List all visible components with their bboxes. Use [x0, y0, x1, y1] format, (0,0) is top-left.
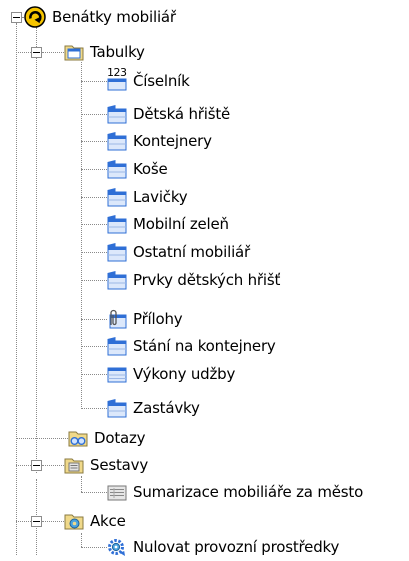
tree-line — [16, 23, 17, 555]
tree-node-tabulky[interactable]: Tabulky — [64, 39, 146, 65]
table-item-label: Lavičky — [133, 188, 188, 206]
tree-line — [81, 141, 107, 142]
codebook-table-icon: 123 — [107, 67, 127, 91]
table-item-label: Dětská hřiště — [133, 105, 231, 123]
gear-action-icon — [107, 537, 127, 557]
collapse-toggle-sestavy[interactable] — [31, 460, 42, 471]
map-layer-table-icon — [107, 104, 127, 124]
table-item-label: Prvky dětských hřišť — [133, 271, 281, 289]
tree-line — [81, 81, 107, 82]
tree-node-label: Dotazy — [94, 429, 146, 447]
table-item-label: Mobilní zeleň — [133, 215, 229, 233]
tree-line — [81, 114, 107, 115]
paperclip-table-icon — [107, 309, 127, 329]
codebook-badge: 123 — [107, 66, 127, 79]
map-layer-table-icon — [107, 270, 127, 290]
tree-line — [81, 476, 82, 492]
tree-line — [42, 521, 64, 522]
report-item-label: Sumarizace mobiliáře za město — [133, 483, 364, 501]
tree-line — [81, 252, 107, 253]
tree-line — [16, 438, 68, 439]
table-item-mobilni-zelen[interactable]: Mobilní zeleň — [107, 211, 230, 237]
tree-line — [16, 465, 31, 466]
collapse-toggle-tabulky[interactable] — [31, 47, 42, 58]
table-item-label: Výkony udžby — [133, 365, 236, 383]
report-icon — [107, 482, 127, 502]
map-layer-table-icon — [107, 159, 127, 179]
map-layer-table-icon — [107, 187, 127, 207]
action-folder-icon — [64, 511, 84, 531]
tree-line — [81, 492, 107, 493]
tree-line — [81, 197, 107, 198]
table-item-label: Zastávky — [133, 399, 200, 417]
table-item-label: Ostatní mobiliář — [133, 243, 250, 261]
navigation-tree: Benátky mobiliář Tabulky 123 Číselník Dě… — [0, 0, 409, 556]
table-item-ciselnik[interactable]: 123 Číselník — [107, 67, 191, 94]
table-item-kontejnery[interactable]: Kontejnery — [107, 128, 213, 154]
table-item-kose[interactable]: Koše — [107, 156, 169, 182]
table-item-label: Kontejnery — [133, 132, 212, 150]
report-item-sumarizace[interactable]: Sumarizace mobiliáře za město — [107, 479, 364, 505]
table-folder-icon — [64, 42, 84, 62]
table-item-ostatni-mobiliar[interactable]: Ostatní mobiliář — [107, 239, 251, 265]
tree-node-root[interactable]: Benátky mobiliář — [24, 4, 177, 30]
table-item-prilohy[interactable]: Přílohy — [107, 306, 183, 332]
action-item-label: Nulovat provozní prostředky — [133, 538, 340, 556]
tree-line — [36, 523, 37, 555]
tree-line — [81, 169, 107, 170]
table-item-lavicky[interactable]: Lavičky — [107, 184, 188, 210]
table-item-label: Přílohy — [133, 310, 183, 328]
report-folder-icon — [64, 455, 84, 475]
collapse-toggle-akce[interactable] — [31, 516, 42, 527]
tree-line — [16, 521, 31, 522]
tree-line — [81, 319, 107, 320]
tree-node-dotazy[interactable]: Dotazy — [68, 425, 146, 451]
tree-line — [81, 408, 107, 409]
tree-line — [16, 52, 31, 53]
table-icon — [107, 364, 127, 384]
tree-line — [81, 346, 107, 347]
tree-line — [81, 533, 82, 547]
query-glasses-folder-icon — [68, 428, 88, 448]
tree-line — [36, 479, 37, 517]
tree-line — [36, 27, 37, 49]
table-item-prvky-detskych-hrist[interactable]: Prvky dětských hřišť — [107, 267, 281, 293]
collapse-toggle-root[interactable] — [11, 12, 22, 23]
table-item-vykony-udzby[interactable]: Výkony udžby — [107, 361, 236, 387]
tree-line — [81, 224, 107, 225]
tree-line — [36, 55, 37, 473]
table-item-label: Koše — [133, 160, 168, 178]
map-layer-table-icon — [107, 242, 127, 262]
map-layer-table-icon — [107, 398, 127, 418]
tree-line — [81, 280, 107, 281]
table-item-zastavky[interactable]: Zastávky — [107, 395, 201, 421]
table-item-label: Stání na kontejnery — [133, 337, 276, 355]
tree-node-label: Tabulky — [90, 43, 145, 61]
tree-node-label: Akce — [90, 512, 126, 530]
tree-line — [81, 374, 107, 375]
map-layer-table-icon — [107, 214, 127, 234]
tree-node-sestavy[interactable]: Sestavy — [64, 452, 149, 478]
tree-node-akce[interactable]: Akce — [64, 508, 127, 534]
table-item-stani-na-kontejnery[interactable]: Stání na kontejnery — [107, 333, 277, 359]
yellow-arrow-logo-icon — [24, 6, 46, 28]
map-layer-table-icon — [107, 336, 127, 356]
tree-node-label: Benátky mobiliář — [52, 8, 176, 26]
tree-line — [81, 547, 107, 548]
tree-node-label: Sestavy — [90, 456, 148, 474]
tree-line — [42, 52, 64, 53]
table-item-label: Číselník — [133, 72, 190, 90]
action-item-nulovat[interactable]: Nulovat provozní prostředky — [107, 534, 340, 560]
map-layer-table-icon — [107, 131, 127, 151]
tree-line — [42, 465, 64, 466]
table-item-detska-hriste[interactable]: Dětská hřiště — [107, 101, 231, 127]
